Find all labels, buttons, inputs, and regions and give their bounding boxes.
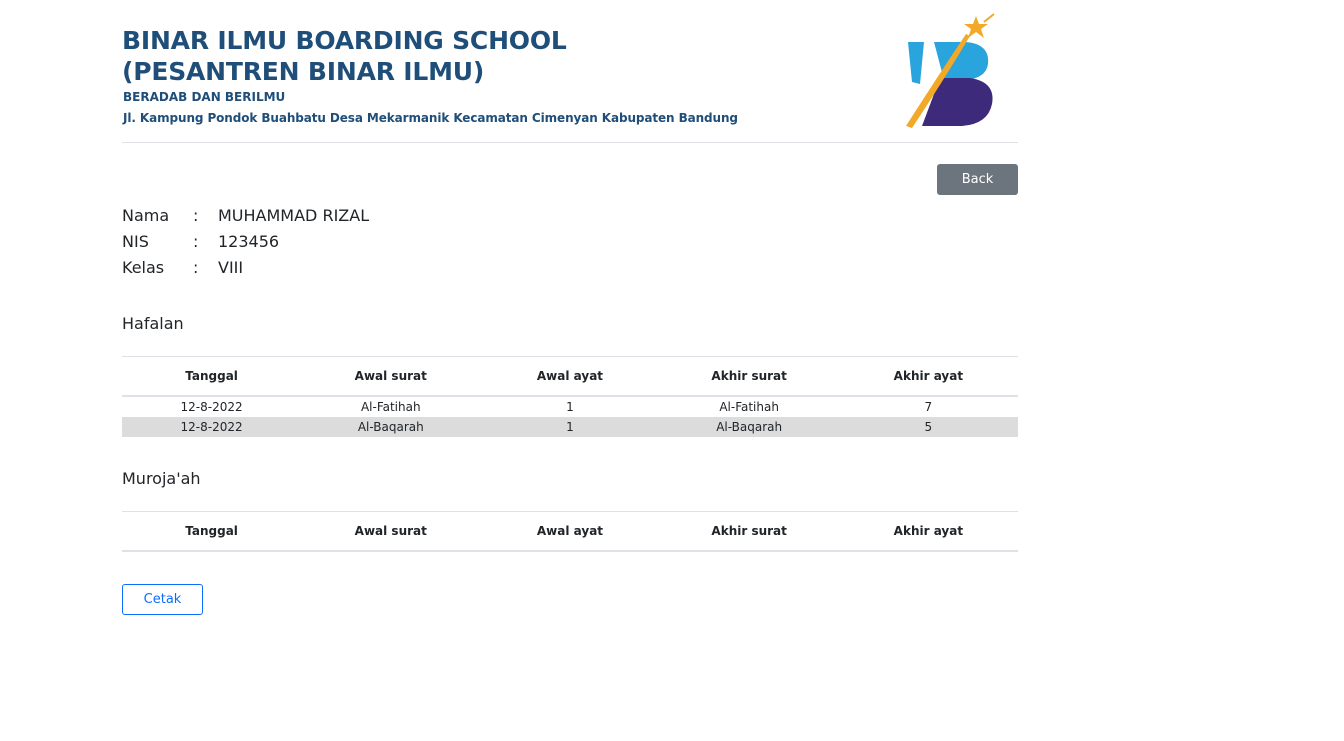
- school-name: BINAR ILMU BOARDING SCHOOL (PESANTREN BI…: [122, 25, 567, 87]
- student-nis-value: 123456: [218, 232, 280, 251]
- table-cell: 12-8-2022: [122, 417, 302, 437]
- page: BINAR ILMU BOARDING SCHOOL (PESANTREN BI…: [0, 0, 1344, 741]
- student-class-value: VIII: [218, 258, 244, 277]
- table-cell: 7: [924, 400, 933, 414]
- student-nis-separator: :: [193, 232, 199, 251]
- school-name-line1: BINAR ILMU BOARDING SCHOOL: [122, 26, 567, 55]
- hafalan-header-row: Tanggal Awal surat Awal ayat Akhir surat…: [122, 356, 1018, 397]
- student-name-value: MUHAMMAD RIZAL: [218, 206, 370, 225]
- student-class-label: Kelas: [122, 258, 165, 277]
- table-cell: Al-Fatihah: [719, 400, 779, 414]
- print-button[interactable]: Cetak: [122, 584, 203, 615]
- column-header: Akhir ayat: [838, 356, 1018, 397]
- school-address: Jl. Kampung Pondok Buahbatu Desa Mekarma…: [123, 111, 738, 125]
- student-name-separator: :: [193, 206, 199, 225]
- table-cell: 1: [480, 417, 660, 437]
- column-header: Awal surat: [301, 356, 481, 397]
- student-nis-label: NIS: [122, 232, 149, 251]
- student-class-separator: :: [193, 258, 199, 277]
- table-cell: 12-8-2022: [180, 400, 243, 414]
- murojaah-title: Muroja'ah: [122, 469, 201, 488]
- student-name-label: Nama: [122, 206, 170, 225]
- school-logo-icon: [906, 13, 995, 128]
- table-cell: 1: [566, 400, 574, 414]
- table-cell: Al-Baqarah: [301, 417, 481, 437]
- column-header: Tanggal: [122, 356, 302, 397]
- column-header: Tanggal: [122, 511, 302, 552]
- column-header: Akhir ayat: [838, 511, 1018, 552]
- column-header: Awal ayat: [480, 356, 660, 397]
- murojaah-header-row: Tanggal Awal surat Awal ayat Akhir surat…: [122, 511, 1018, 552]
- column-header: Awal surat: [301, 511, 481, 552]
- table-cell: 5: [838, 417, 1018, 437]
- school-header: BINAR ILMU BOARDING SCHOOL (PESANTREN BI…: [122, 0, 1018, 143]
- school-name-line2: (PESANTREN BINAR ILMU): [122, 57, 485, 86]
- table-cell: Al-Baqarah: [659, 417, 839, 437]
- table-row: 12-8-2022 Al-Fatihah 1 Al-Fatihah 7: [122, 396, 1018, 417]
- column-header: Awal ayat: [480, 511, 660, 552]
- hafalan-table: Tanggal Awal surat Awal ayat Akhir surat…: [122, 356, 1018, 437]
- murojaah-table: Tanggal Awal surat Awal ayat Akhir surat…: [122, 511, 1018, 552]
- table-row: 12-8-2022 Al-Baqarah 1 Al-Baqarah 5: [122, 417, 1018, 437]
- column-header: Akhir surat: [659, 356, 839, 397]
- back-button[interactable]: Back: [937, 164, 1018, 195]
- column-header: Akhir surat: [659, 511, 839, 552]
- school-motto: BERADAB DAN BERILMU: [123, 90, 286, 104]
- report-container: BINAR ILMU BOARDING SCHOOL (PESANTREN BI…: [122, 0, 1018, 615]
- hafalan-title: Hafalan: [122, 314, 184, 333]
- table-cell: Al-Fatihah: [360, 400, 421, 414]
